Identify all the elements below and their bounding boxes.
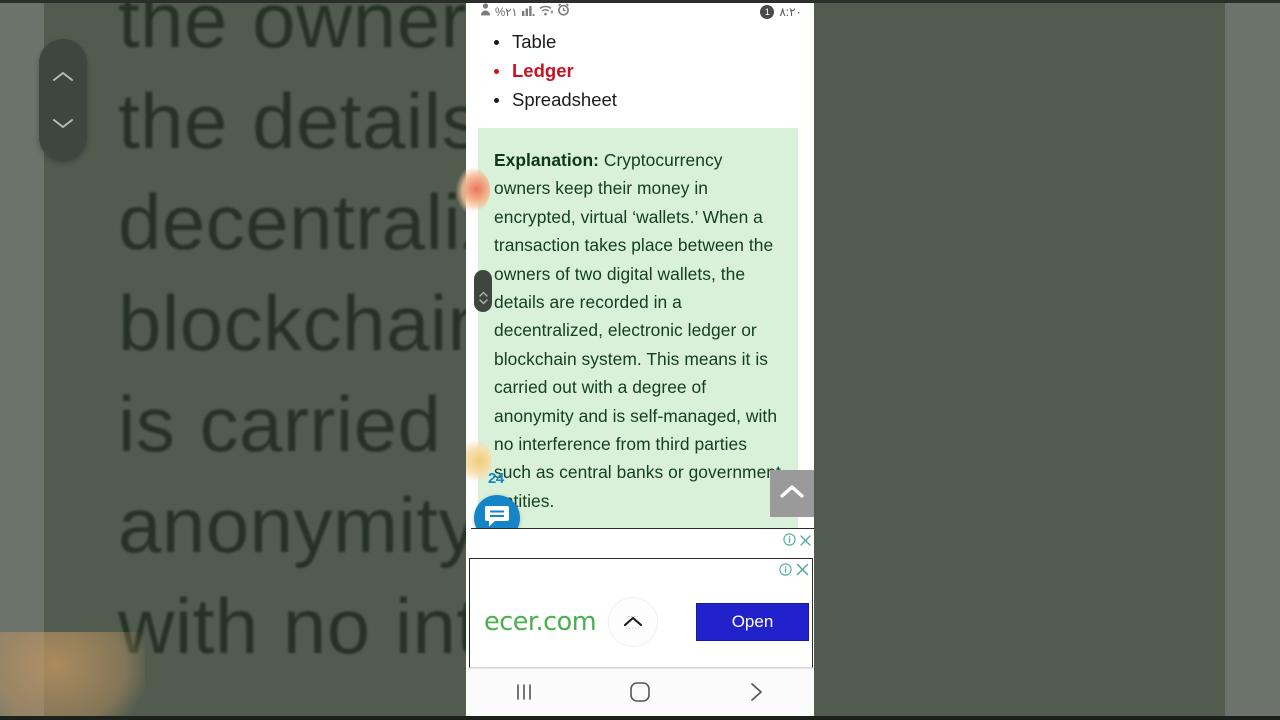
back-button[interactable]: [721, 675, 791, 715]
recents-icon: [514, 682, 534, 707]
video-letterbox-bottom: [0, 716, 1280, 720]
explanation-panel: Explanation: Cryptocurrency owners keep …: [478, 128, 798, 532]
chevron-up-icon[interactable]: [52, 70, 74, 83]
panel-scroll-handle[interactable]: [474, 270, 492, 312]
clock-label: ٨:٢٠: [779, 5, 802, 19]
recents-button[interactable]: [489, 675, 559, 715]
notification-count-badge: 1: [760, 5, 775, 19]
home-icon: [629, 681, 651, 708]
option-label: Ledger: [512, 60, 574, 81]
signal-bars-icon: [521, 3, 535, 21]
list-item-option-3[interactable]: Spreadsheet: [492, 86, 814, 114]
option-label: Spreadsheet: [512, 89, 617, 110]
chevron-down-icon[interactable]: [52, 117, 74, 130]
ad-upper-controls: [783, 533, 811, 551]
back-chevron-icon: [748, 681, 764, 708]
info-icon[interactable]: [783, 533, 796, 551]
android-nav-bar: [466, 668, 814, 720]
ad-expand-button[interactable]: [608, 597, 659, 647]
background-orange-blob-bottom: [0, 632, 145, 720]
explanation-body: Cryptocurrency owners keep their money i…: [494, 150, 781, 511]
alarm-icon: [557, 3, 570, 21]
ad-brand-label: ecer.com: [484, 607, 597, 637]
home-button[interactable]: [605, 675, 675, 715]
wifi-icon: [539, 3, 554, 21]
person-icon: [480, 3, 491, 21]
ad-open-button[interactable]: Open: [696, 603, 809, 641]
list-item-option-1[interactable]: Table: [492, 28, 814, 56]
phone-screen: %٢١ 1 ٨:٢٠ Table Ledger Spreadsheet Expl…: [466, 0, 814, 720]
video-letterbox-top: [0, 0, 1280, 3]
answer-options-list: Table Ledger Spreadsheet: [466, 24, 814, 121]
status-bar-left-icons: %٢١: [480, 3, 570, 21]
chevron-up-icon[interactable]: [478, 284, 488, 297]
explanation-text: Explanation: Cryptocurrency owners keep …: [494, 146, 782, 515]
explanation-label: Explanation:: [494, 150, 599, 170]
ad-content: ecer.com Open: [470, 577, 812, 667]
list-item-option-2[interactable]: Ledger: [492, 57, 814, 85]
chat-unread-badge: 24: [488, 470, 504, 487]
option-label: Table: [512, 31, 557, 52]
chevron-up-icon: [779, 483, 805, 504]
status-bar: %٢١ 1 ٨:٢٠: [466, 0, 814, 24]
status-bar-right: 1 ٨:٢٠: [760, 5, 802, 19]
floating-scroll-control[interactable]: [39, 39, 87, 161]
ad-banner[interactable]: ecer.com Open: [469, 558, 813, 668]
background-left-bar: [0, 0, 44, 720]
close-icon[interactable]: [800, 533, 811, 551]
battery-percent-label: %٢١: [495, 7, 518, 19]
chevron-up-icon: [621, 611, 645, 634]
chevron-down-icon[interactable]: [478, 292, 488, 305]
scroll-to-top-button[interactable]: [770, 470, 814, 517]
